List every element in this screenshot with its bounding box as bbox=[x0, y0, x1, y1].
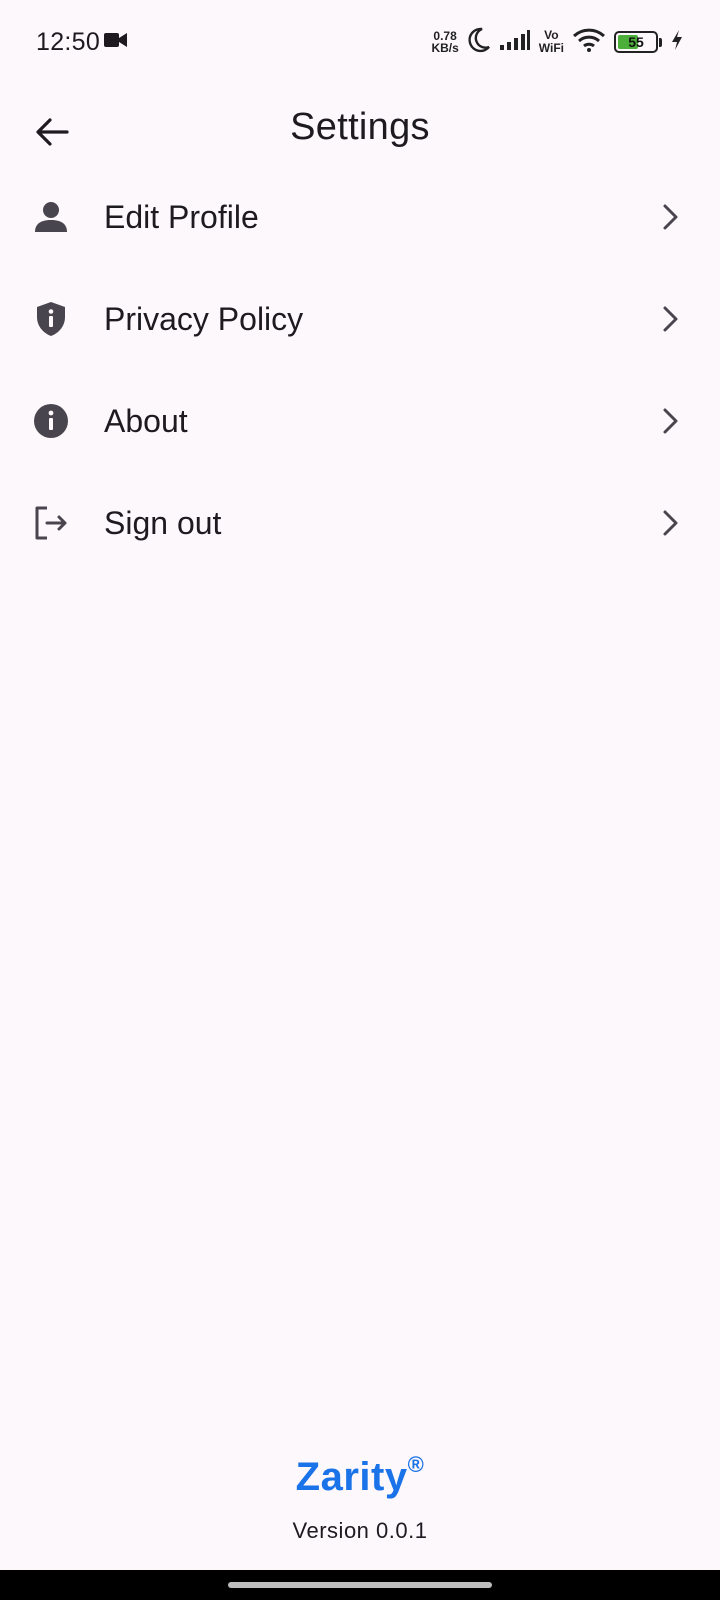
home-indicator[interactable] bbox=[228, 1582, 492, 1588]
vowifi-indicator: Vo WiFi bbox=[539, 29, 564, 55]
chevron-right-icon bbox=[658, 306, 684, 332]
registered-mark: ® bbox=[407, 1452, 425, 1477]
charging-bolt-icon bbox=[670, 29, 684, 56]
brand-logo: Zarity® bbox=[0, 1452, 720, 1500]
info-icon bbox=[32, 402, 70, 440]
version-label: Version 0.0.1 bbox=[292, 1518, 428, 1543]
shield-icon bbox=[32, 300, 70, 338]
battery-body: 55 bbox=[614, 31, 658, 53]
wifi-icon bbox=[572, 28, 606, 57]
moon-icon bbox=[467, 27, 491, 58]
person-icon bbox=[32, 198, 70, 236]
settings-menu: Edit Profile Privacy Policy About Sign o… bbox=[0, 166, 720, 574]
vowifi-bottom: WiFi bbox=[538, 41, 564, 55]
net-speed-unit: KB/s bbox=[431, 41, 459, 55]
battery-level: 55 bbox=[628, 34, 644, 50]
chevron-right-icon bbox=[658, 510, 684, 536]
video-camera-icon bbox=[104, 31, 128, 54]
settings-screen: 12:50 0.78 KB/s Vo WiFi 55 Settings Edit… bbox=[0, 0, 720, 1600]
menu-label-edit-profile: Edit Profile bbox=[104, 198, 259, 235]
menu-label-privacy-policy: Privacy Policy bbox=[104, 300, 304, 337]
menu-item-edit-profile[interactable]: Edit Profile bbox=[0, 166, 720, 268]
logout-icon bbox=[32, 504, 70, 542]
page-title: Settings bbox=[290, 106, 430, 148]
menu-label-sign-out: Sign out bbox=[104, 504, 222, 541]
status-time: 12:50 bbox=[36, 27, 101, 56]
menu-label-about: About bbox=[104, 402, 188, 439]
chevron-right-icon bbox=[658, 408, 684, 434]
status-bar: 12:50 0.78 KB/s Vo WiFi 55 bbox=[0, 0, 720, 84]
menu-item-about[interactable]: About bbox=[0, 370, 720, 472]
system-nav-bar bbox=[0, 1570, 720, 1600]
menu-item-sign-out[interactable]: Sign out bbox=[0, 472, 720, 574]
menu-item-privacy-policy[interactable]: Privacy Policy bbox=[0, 268, 720, 370]
app-footer: Zarity® Version 0.0.1 bbox=[0, 1452, 720, 1544]
brand-name: Zarity bbox=[295, 1455, 408, 1499]
signal-icon bbox=[499, 29, 531, 56]
battery-tip bbox=[659, 37, 662, 47]
chevron-right-icon bbox=[658, 204, 684, 230]
network-speed: 0.78 KB/s bbox=[431, 30, 458, 54]
battery-icon: 55 bbox=[614, 31, 662, 53]
